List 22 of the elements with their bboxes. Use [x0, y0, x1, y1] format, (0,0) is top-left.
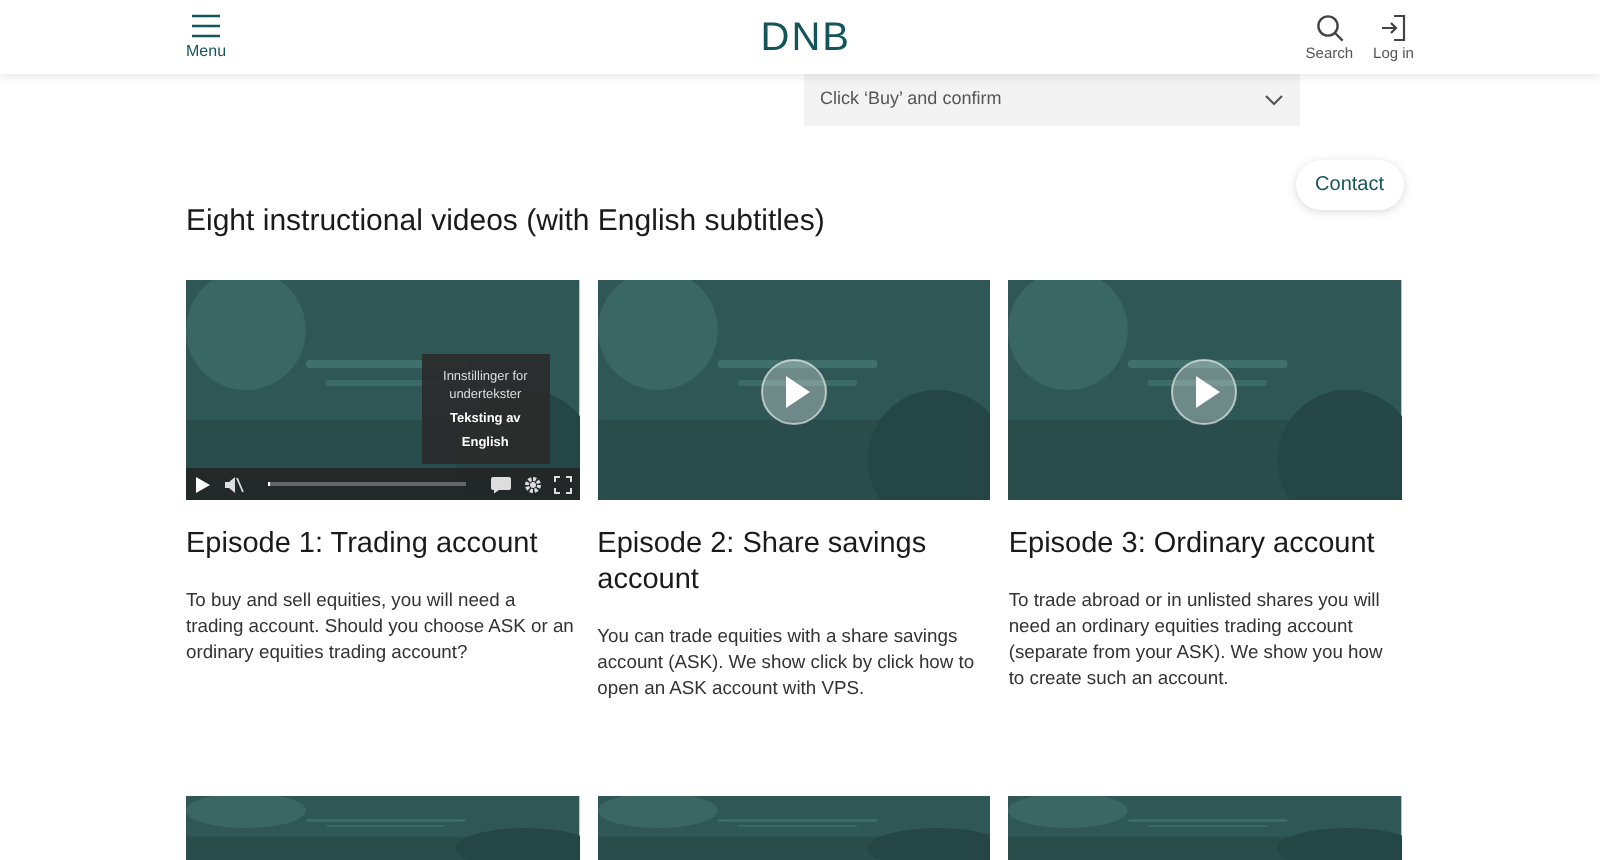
- video-title[interactable]: Episode 2: Share savings account: [597, 526, 991, 598]
- search-icon: [1315, 13, 1344, 42]
- fullscreen-icon[interactable]: [553, 475, 572, 493]
- menu-icon: [190, 14, 222, 38]
- menu-button[interactable]: Menu: [186, 14, 227, 60]
- video-title[interactable]: Episode 3: Ordinary account: [1008, 526, 1402, 562]
- subtitles-icon[interactable]: [489, 475, 512, 493]
- step-dropdown[interactable]: Click ‘Buy’ and confirm: [804, 74, 1300, 126]
- chevron-icon: [1264, 94, 1284, 106]
- settings-icon[interactable]: [523, 475, 542, 493]
- section-title: Eight instructional videos (with English subtitles): [186, 204, 827, 240]
- contact-button[interactable]: Contact: [1295, 160, 1404, 210]
- video-title[interactable]: Episode 1: Trading account: [186, 526, 580, 562]
- logo[interactable]: DNB: [760, 7, 852, 67]
- mute-icon[interactable]: [224, 475, 244, 493]
- video-description: To trade abroad or in unlisted shares you will need an ordinary equities trading account (separate from your ASK). We show you how to create such an account.: [1008, 586, 1385, 690]
- play-button[interactable]: [759, 358, 828, 426]
- login-icon: [1379, 13, 1408, 42]
- video-description: You can trade equities with a share savings account (ASK). We show click by click how to open an ASK account with VPS.: [597, 622, 977, 700]
- video-description: To buy and sell equities, you will need a trading account. Should you choose ASK or an ordinary equities trading account?: [186, 586, 576, 664]
- play-icon[interactable]: [194, 475, 212, 493]
- play-button[interactable]: [1170, 358, 1239, 426]
